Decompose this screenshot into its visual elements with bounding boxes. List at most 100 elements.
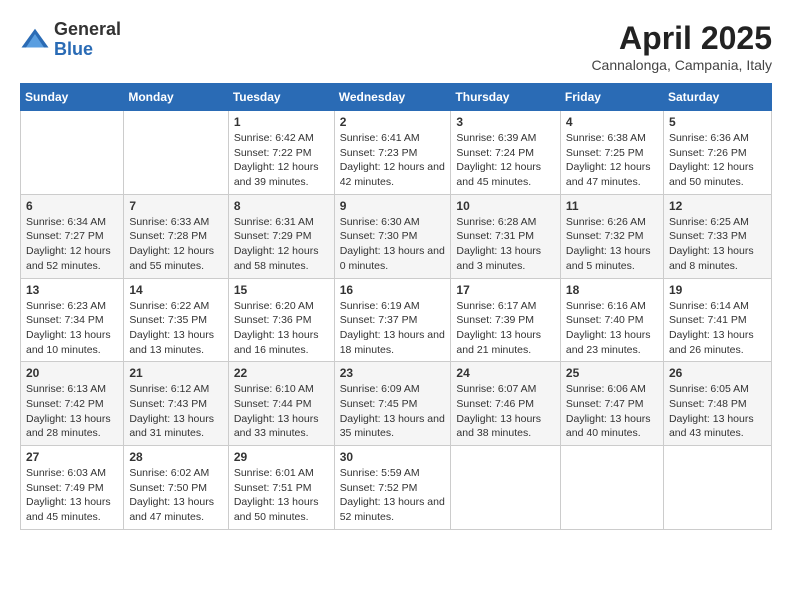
calendar-cell: 10 Sunrise: 6:28 AMSunset: 7:31 PMDayligh… [451, 194, 561, 278]
day-number: 10 [456, 199, 555, 213]
day-number: 11 [566, 199, 658, 213]
calendar-week-2: 6Sunrise: 6:34 AMSunset: 7:27 PMDaylight… [21, 194, 772, 278]
cell-info: Sunrise: 6:42 AMSunset: 7:22 PMDaylight:… [234, 131, 329, 190]
header-row: SundayMondayTuesdayWednesdayThursdayFrid… [21, 84, 772, 111]
day-number: 22 [234, 366, 329, 380]
day-number: 2 [340, 115, 446, 129]
cell-info: Sunrise: 6:14 AMSunset: 7:41 PMDaylight:… [669, 299, 766, 358]
calendar-cell [124, 111, 228, 195]
calendar-cell: 26 Sunrise: 6:05 AMSunset: 7:48 PMDayligh… [663, 362, 771, 446]
cell-info: Sunrise: 6:16 AMSunset: 7:40 PMDaylight:… [566, 299, 658, 358]
calendar-cell: 1 Sunrise: 6:42 AMSunset: 7:22 PMDaylight… [228, 111, 334, 195]
day-number: 28 [129, 450, 222, 464]
logo-icon [20, 25, 50, 55]
cell-info: Sunrise: 6:13 AMSunset: 7:42 PMDaylight:… [26, 382, 118, 441]
cell-info: Sunrise: 6:06 AMSunset: 7:47 PMDaylight:… [566, 382, 658, 441]
cell-info: Sunrise: 6:07 AMSunset: 7:46 PMDaylight:… [456, 382, 555, 441]
calendar-cell: 25 Sunrise: 6:06 AMSunset: 7:47 PMDayligh… [560, 362, 663, 446]
calendar-week-3: 13Sunrise: 6:23 AMSunset: 7:34 PMDayligh… [21, 278, 772, 362]
cell-info: Sunrise: 6:31 AMSunset: 7:29 PMDaylight:… [234, 215, 329, 274]
day-number: 15 [234, 283, 329, 297]
day-number: 1 [234, 115, 329, 129]
calendar-cell: 30Sunrise: 5:59 AMSunset: 7:52 PMDayligh… [334, 446, 451, 530]
calendar-cell: 13Sunrise: 6:23 AMSunset: 7:34 PMDayligh… [21, 278, 124, 362]
cell-info: Sunrise: 6:39 AMSunset: 7:24 PMDaylight:… [456, 131, 555, 190]
column-header-wednesday: Wednesday [334, 84, 451, 111]
calendar-cell: 21 Sunrise: 6:12 AMSunset: 7:43 PMDayligh… [124, 362, 228, 446]
calendar-table: SundayMondayTuesdayWednesdayThursdayFrid… [20, 83, 772, 530]
column-header-thursday: Thursday [451, 84, 561, 111]
cell-info: Sunrise: 6:01 AMSunset: 7:51 PMDaylight:… [234, 466, 329, 525]
calendar-cell: 29 Sunrise: 6:01 AMSunset: 7:51 PMDayligh… [228, 446, 334, 530]
cell-info: Sunrise: 6:38 AMSunset: 7:25 PMDaylight:… [566, 131, 658, 190]
calendar-cell [21, 111, 124, 195]
cell-info: Sunrise: 6:22 AMSunset: 7:35 PMDaylight:… [129, 299, 222, 358]
column-header-sunday: Sunday [21, 84, 124, 111]
day-number: 9 [340, 199, 446, 213]
column-header-friday: Friday [560, 84, 663, 111]
day-number: 20 [26, 366, 118, 380]
location: Cannalonga, Campania, Italy [591, 57, 772, 73]
page-header: General Blue April 2025 Cannalonga, Camp… [20, 20, 772, 73]
logo: General Blue [20, 20, 121, 60]
calendar-cell: 7 Sunrise: 6:33 AMSunset: 7:28 PMDaylight… [124, 194, 228, 278]
day-number: 26 [669, 366, 766, 380]
calendar-cell: 2 Sunrise: 6:41 AMSunset: 7:23 PMDaylight… [334, 111, 451, 195]
day-number: 5 [669, 115, 766, 129]
calendar-cell: 23 Sunrise: 6:09 AMSunset: 7:45 PMDayligh… [334, 362, 451, 446]
day-number: 25 [566, 366, 658, 380]
day-number: 13 [26, 283, 118, 297]
column-header-monday: Monday [124, 84, 228, 111]
day-number: 23 [340, 366, 446, 380]
cell-info: Sunrise: 6:19 AMSunset: 7:37 PMDaylight:… [340, 299, 446, 358]
cell-info: Sunrise: 6:02 AMSunset: 7:50 PMDaylight:… [129, 466, 222, 525]
cell-info: Sunrise: 6:25 AMSunset: 7:33 PMDaylight:… [669, 215, 766, 274]
day-number: 16 [340, 283, 446, 297]
cell-info: Sunrise: 6:26 AMSunset: 7:32 PMDaylight:… [566, 215, 658, 274]
cell-info: Sunrise: 6:03 AMSunset: 7:49 PMDaylight:… [26, 466, 118, 525]
cell-info: Sunrise: 6:36 AMSunset: 7:26 PMDaylight:… [669, 131, 766, 190]
calendar-cell [663, 446, 771, 530]
calendar-cell: 17Sunrise: 6:17 AMSunset: 7:39 PMDayligh… [451, 278, 561, 362]
day-number: 14 [129, 283, 222, 297]
title-area: April 2025 Cannalonga, Campania, Italy [591, 20, 772, 73]
cell-info: Sunrise: 6:20 AMSunset: 7:36 PMDaylight:… [234, 299, 329, 358]
calendar-week-4: 20 Sunrise: 6:13 AMSunset: 7:42 PMDayligh… [21, 362, 772, 446]
day-number: 30 [340, 450, 446, 464]
day-number: 7 [129, 199, 222, 213]
day-number: 18 [566, 283, 658, 297]
calendar-cell: 19Sunrise: 6:14 AMSunset: 7:41 PMDayligh… [663, 278, 771, 362]
day-number: 21 [129, 366, 222, 380]
calendar-cell: 3 Sunrise: 6:39 AMSunset: 7:24 PMDaylight… [451, 111, 561, 195]
day-number: 29 [234, 450, 329, 464]
calendar-cell: 15 Sunrise: 6:20 AMSunset: 7:36 PMDayligh… [228, 278, 334, 362]
logo-blue: Blue [54, 39, 93, 59]
calendar-cell: 6Sunrise: 6:34 AMSunset: 7:27 PMDaylight… [21, 194, 124, 278]
cell-info: Sunrise: 6:12 AMSunset: 7:43 PMDaylight:… [129, 382, 222, 441]
calendar-cell: 24 Sunrise: 6:07 AMSunset: 7:46 PMDayligh… [451, 362, 561, 446]
calendar-cell: 14 Sunrise: 6:22 AMSunset: 7:35 PMDayligh… [124, 278, 228, 362]
day-number: 27 [26, 450, 118, 464]
calendar-cell: 11 Sunrise: 6:26 AMSunset: 7:32 PMDayligh… [560, 194, 663, 278]
cell-info: Sunrise: 6:28 AMSunset: 7:31 PMDaylight:… [456, 215, 555, 274]
day-number: 3 [456, 115, 555, 129]
cell-info: Sunrise: 6:09 AMSunset: 7:45 PMDaylight:… [340, 382, 446, 441]
calendar-cell [560, 446, 663, 530]
calendar-cell: 5 Sunrise: 6:36 AMSunset: 7:26 PMDaylight… [663, 111, 771, 195]
cell-info: Sunrise: 6:33 AMSunset: 7:28 PMDaylight:… [129, 215, 222, 274]
column-header-saturday: Saturday [663, 84, 771, 111]
day-number: 8 [234, 199, 329, 213]
day-number: 12 [669, 199, 766, 213]
cell-info: Sunrise: 6:05 AMSunset: 7:48 PMDaylight:… [669, 382, 766, 441]
calendar-cell: 8 Sunrise: 6:31 AMSunset: 7:29 PMDaylight… [228, 194, 334, 278]
calendar-cell: 4 Sunrise: 6:38 AMSunset: 7:25 PMDaylight… [560, 111, 663, 195]
cell-info: Sunrise: 6:41 AMSunset: 7:23 PMDaylight:… [340, 131, 446, 190]
calendar-cell: 22Sunrise: 6:10 AMSunset: 7:44 PMDayligh… [228, 362, 334, 446]
day-number: 24 [456, 366, 555, 380]
day-number: 4 [566, 115, 658, 129]
day-number: 6 [26, 199, 118, 213]
calendar-cell [451, 446, 561, 530]
column-header-tuesday: Tuesday [228, 84, 334, 111]
month-title: April 2025 [591, 20, 772, 57]
calendar-cell: 12 Sunrise: 6:25 AMSunset: 7:33 PMDayligh… [663, 194, 771, 278]
